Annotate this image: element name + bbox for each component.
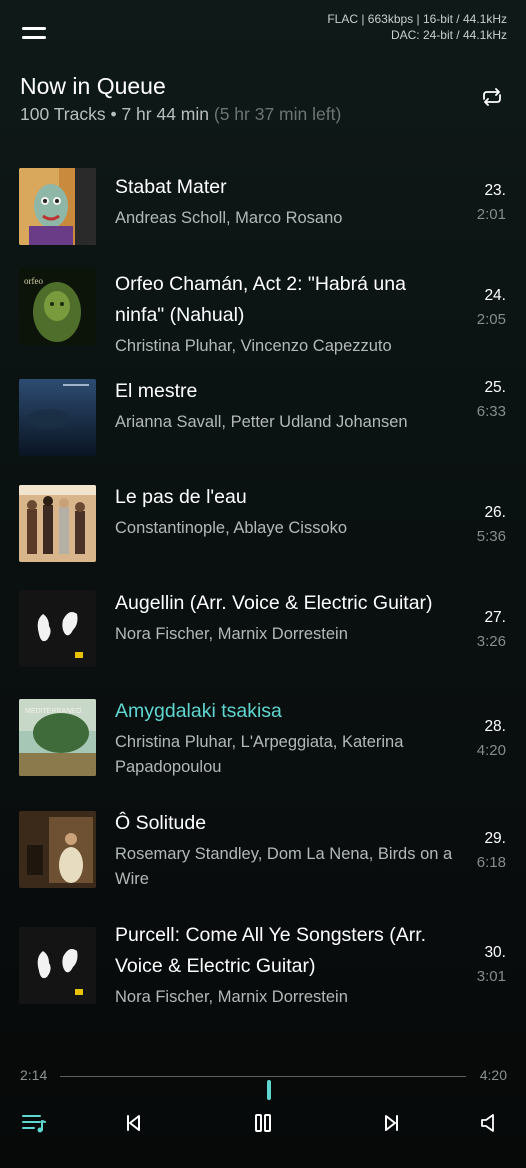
queue-count-duration: 100 Tracks • 7 hr 44 min xyxy=(20,104,209,124)
track-meta: 27. 3:26 xyxy=(446,607,506,653)
track-index: 29. xyxy=(484,830,506,847)
track-artist: Nora Fischer, Marnix Dorrestein xyxy=(115,625,348,643)
track-text: Purcell: Come All Ye Songsters (Arr. Voi… xyxy=(115,920,460,1010)
total-time: 4:20 xyxy=(479,1067,507,1083)
top-bar: FLAC | 663kbps | 16-bit / 44.1kHz DAC: 2… xyxy=(0,0,526,60)
album-art xyxy=(19,590,96,667)
album-art xyxy=(19,168,96,245)
repeat-icon[interactable] xyxy=(481,88,503,106)
track-artist: Nora Fischer, Marnix Dorrestein xyxy=(115,988,348,1006)
track-meta: 28. 4:20 xyxy=(446,716,506,762)
track-artist: Christina Pluhar, L'Arpeggiata, Katerina… xyxy=(115,733,404,776)
menu-icon[interactable] xyxy=(22,27,46,41)
album-art xyxy=(19,379,96,456)
track-duration: 6:33 xyxy=(476,403,506,420)
track-duration: 4:20 xyxy=(476,742,506,759)
track-duration: 6:18 xyxy=(476,854,506,871)
seek-bar[interactable] xyxy=(60,1076,466,1100)
album-art xyxy=(19,927,96,1004)
track-meta: 24. 2:05 xyxy=(446,285,506,331)
track-text: Orfeo Chamán, Act 2: "Habrá una ninfa" (… xyxy=(115,269,460,359)
pause-icon[interactable] xyxy=(243,1103,283,1143)
track-title: Stabat Mater xyxy=(115,176,227,198)
queue-summary: 100 Tracks • 7 hr 44 min (5 hr 37 min le… xyxy=(20,102,510,126)
track-index: 30. xyxy=(484,944,506,961)
track-index: 26. xyxy=(484,504,506,521)
track-artist: Arianna Savall, Petter Udland Johansen xyxy=(115,413,408,431)
track-duration: 2:01 xyxy=(476,206,506,223)
track-title: Le pas de l'eau xyxy=(115,486,247,508)
page-title: Now in Queue xyxy=(20,73,166,99)
album-art: orfeo xyxy=(19,268,96,345)
track-index: 27. xyxy=(484,609,506,626)
track-index: 24. xyxy=(484,287,506,304)
playback-controls xyxy=(0,1103,526,1143)
track-artist: Christina Pluhar, Vincenzo Capezzuto xyxy=(115,337,392,355)
skip-previous-icon[interactable] xyxy=(113,1103,153,1143)
track-title: El mestre xyxy=(115,380,198,402)
track-title: Ô Solitude xyxy=(115,812,207,834)
volume-icon[interactable] xyxy=(471,1103,511,1143)
track-duration: 3:01 xyxy=(476,968,506,985)
track-artist: Andreas Scholl, Marco Rosano xyxy=(115,209,343,227)
track-index: 25. xyxy=(484,379,506,396)
track-artist: Constantinople, Ablaye Cissoko xyxy=(115,519,348,537)
playback-progress: 2:14 4:20 xyxy=(0,1062,526,1100)
track-index: 23. xyxy=(484,182,506,199)
track-text: Le pas de l'eau Constantinople, Ablaye C… xyxy=(115,482,460,541)
track-text: Stabat Mater Andreas Scholl, Marco Rosan… xyxy=(115,172,460,231)
track-index: 28. xyxy=(484,718,506,735)
track-text: Ô Solitude Rosemary Standley, Dom La Nen… xyxy=(115,808,460,892)
queue-icon[interactable] xyxy=(14,1103,54,1143)
svg-text:orfeo: orfeo xyxy=(24,276,43,286)
skip-next-icon[interactable] xyxy=(372,1103,412,1143)
track-duration: 3:26 xyxy=(476,633,506,650)
track-text: Augellin (Arr. Voice & Electric Guitar) … xyxy=(115,588,460,647)
audio-format-info: FLAC | 663kbps | 16-bit / 44.1kHz DAC: 2… xyxy=(327,11,507,43)
queue-time-left: (5 hr 37 min left) xyxy=(213,104,342,124)
track-duration: 2:05 xyxy=(476,311,506,328)
track-meta: 30. 3:01 xyxy=(446,942,506,988)
track-text: Amygdalaki tsakisa Christina Pluhar, L'A… xyxy=(115,696,460,780)
track-artist: Rosemary Standley, Dom La Nena, Birds on… xyxy=(115,845,453,888)
queue-header: Now in Queue 100 Tracks • 7 hr 44 min (5… xyxy=(20,72,510,126)
track-meta: 29. 6:18 xyxy=(446,828,506,874)
source-format: FLAC | 663kbps | 16-bit / 44.1kHz xyxy=(327,12,507,26)
track-title: Augellin (Arr. Voice & Electric Guitar) xyxy=(115,592,433,614)
track-title: Purcell: Come All Ye Songsters (Arr. Voi… xyxy=(115,924,427,977)
track-title: Orfeo Chamán, Act 2: "Habrá una ninfa" (… xyxy=(115,273,406,326)
track-duration: 5:36 xyxy=(476,528,506,545)
track-title-playing: Amygdalaki tsakisa xyxy=(115,700,282,722)
elapsed-time: 2:14 xyxy=(20,1067,48,1083)
track-text: El mestre Arianna Savall, Petter Udland … xyxy=(115,376,460,435)
album-art: MEDITERRANEO xyxy=(19,699,96,776)
track-meta: 25. 6:33 xyxy=(446,377,506,423)
track-meta: 23. 2:01 xyxy=(446,180,506,226)
dac-format: DAC: 24-bit / 44.1kHz xyxy=(390,28,507,42)
album-art xyxy=(19,811,96,888)
album-art xyxy=(19,485,96,562)
track-meta: 26. 5:36 xyxy=(446,502,506,548)
seek-handle[interactable] xyxy=(267,1080,272,1100)
svg-text:MEDITERRANEO: MEDITERRANEO xyxy=(25,708,82,715)
